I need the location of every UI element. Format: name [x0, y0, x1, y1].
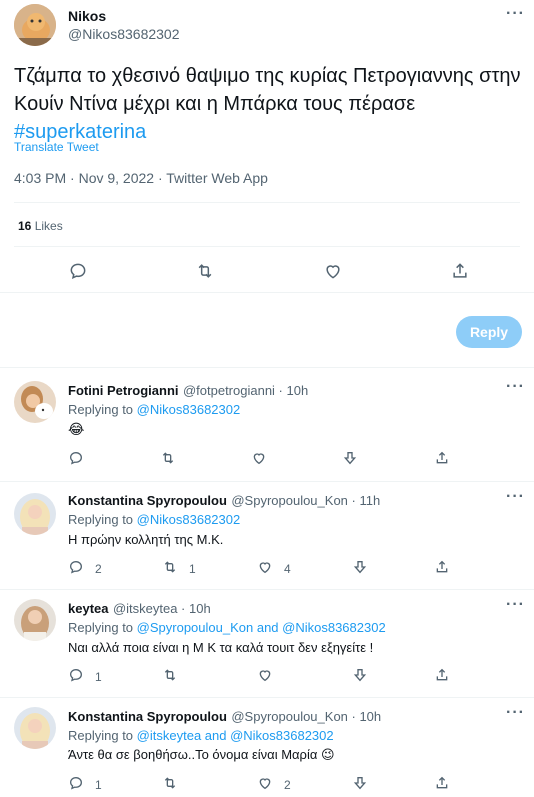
reply-icon[interactable]	[68, 261, 88, 281]
reply-author-name[interactable]: Fotini Petrogianni	[68, 383, 179, 398]
downvote-icon[interactable]	[352, 559, 368, 575]
like-icon[interactable]	[251, 450, 267, 466]
replying-prefix: Replying to	[68, 728, 134, 743]
avatar[interactable]	[14, 599, 56, 641]
reply-button[interactable]: Reply	[456, 316, 522, 348]
downvote-icon[interactable]	[352, 667, 368, 683]
replying-to-link[interactable]: @Nikos83682302	[137, 512, 241, 527]
replying-to: Replying to @Nikos83682302	[68, 402, 240, 417]
like-count: 2	[284, 778, 291, 792]
reply-text: Η πρώην κολλητή της Μ.Κ.	[68, 532, 224, 547]
replying-to: Replying to @itskeytea and @Nikos8368230…	[68, 728, 334, 743]
replying-to-link[interactable]: @itskeytea and @Nikos83682302	[137, 728, 334, 743]
downvote-icon[interactable]	[342, 450, 358, 466]
downvote-icon[interactable]	[352, 775, 368, 791]
reply-count: 2	[95, 562, 102, 576]
likes-label: Likes	[34, 219, 63, 233]
reply-icon[interactable]	[68, 667, 84, 683]
avatar[interactable]	[14, 493, 56, 535]
share-icon[interactable]	[434, 775, 450, 791]
replying-prefix: Replying to	[68, 512, 134, 527]
reply-author-name[interactable]: Konstantina Spyropoulou	[68, 493, 227, 508]
avatar[interactable]	[14, 4, 56, 46]
more-options-icon[interactable]: ···	[506, 704, 525, 722]
reply-meta[interactable]: @fotpetrogianni · 10h	[183, 383, 308, 398]
likes-count: 16	[18, 219, 32, 233]
like-icon[interactable]	[323, 261, 343, 281]
reply-header: Konstantina Spyropoulou @Spyropoulou_Kon…	[68, 492, 380, 510]
like-icon[interactable]	[257, 667, 273, 683]
more-options-icon[interactable]: ···	[506, 596, 525, 614]
like-icon[interactable]	[257, 559, 273, 575]
reply-author-name[interactable]: keytea	[68, 601, 108, 616]
replying-prefix: Replying to	[68, 402, 134, 417]
reply-text: 😂	[68, 421, 85, 437]
replying-to-link[interactable]: @Nikos83682302	[137, 402, 241, 417]
tweet-timestamp[interactable]: 4:03 PM · Nov 9, 2022 · Twitter Web App	[14, 170, 268, 186]
avatar[interactable]	[14, 381, 56, 423]
reply-header: Konstantina Spyropoulou @Spyropoulou_Kon…	[68, 708, 381, 726]
share-icon[interactable]	[434, 667, 450, 683]
reply-icon[interactable]	[68, 775, 84, 791]
reply-count: 1	[95, 670, 102, 684]
tweet-text: Τζάμπα το χθεσινό θαψιμο της κυρίας Πετρ…	[14, 62, 524, 146]
reply-icon[interactable]	[68, 559, 84, 575]
reply-text: Άντε θα σε βοηθήσω..Το όνομα είναι Μαρία…	[68, 747, 335, 762]
reply-text: Ναι αλλά ποια είναι η Μ Κ τα καλά τουιτ …	[68, 640, 374, 655]
replying-to: Replying to @Nikos83682302	[68, 512, 240, 527]
replying-to: Replying to @Spyropoulou_Kon and @Nikos8…	[68, 620, 386, 635]
share-icon[interactable]	[450, 261, 470, 281]
reply-meta[interactable]: @itskeytea · 10h	[113, 601, 211, 616]
retweet-icon[interactable]	[160, 450, 176, 466]
author-name[interactable]: Nikos	[68, 8, 106, 24]
like-icon[interactable]	[257, 775, 273, 791]
translate-tweet-link[interactable]: Translate Tweet	[14, 140, 99, 154]
reply-author-name[interactable]: Konstantina Spyropoulou	[68, 709, 227, 724]
reply-count: 1	[95, 778, 102, 792]
reply-header: Fotini Petrogianni @fotpetrogianni · 10h	[68, 382, 308, 400]
retweet-count: 1	[189, 562, 196, 576]
more-options-icon[interactable]: ···	[506, 488, 525, 506]
reply-icon[interactable]	[68, 450, 84, 466]
retweet-icon[interactable]	[162, 667, 178, 683]
avatar[interactable]	[14, 707, 56, 749]
more-options-icon[interactable]: ···	[506, 378, 525, 396]
replying-to-link[interactable]: @Spyropoulou_Kon and @Nikos83682302	[137, 620, 386, 635]
tweet-body: Τζάμπα το χθεσινό θαψιμο της κυρίας Πετρ…	[14, 65, 521, 115]
retweet-icon[interactable]	[195, 261, 215, 281]
share-icon[interactable]	[434, 450, 450, 466]
author-handle[interactable]: @Nikos83682302	[68, 26, 180, 42]
reply-header: keytea @itskeytea · 10h	[68, 600, 211, 618]
retweet-icon[interactable]	[162, 559, 178, 575]
more-options-icon[interactable]: ···	[506, 5, 525, 23]
like-count: 4	[284, 562, 291, 576]
replying-prefix: Replying to	[68, 620, 134, 635]
reply-meta[interactable]: @Spyropoulou_Kon · 11h	[231, 493, 380, 508]
reply-meta[interactable]: @Spyropoulou_Kon · 10h	[231, 709, 381, 724]
likes-stat[interactable]: 16 Likes	[18, 219, 63, 233]
share-icon[interactable]	[434, 559, 450, 575]
retweet-icon[interactable]	[162, 775, 178, 791]
